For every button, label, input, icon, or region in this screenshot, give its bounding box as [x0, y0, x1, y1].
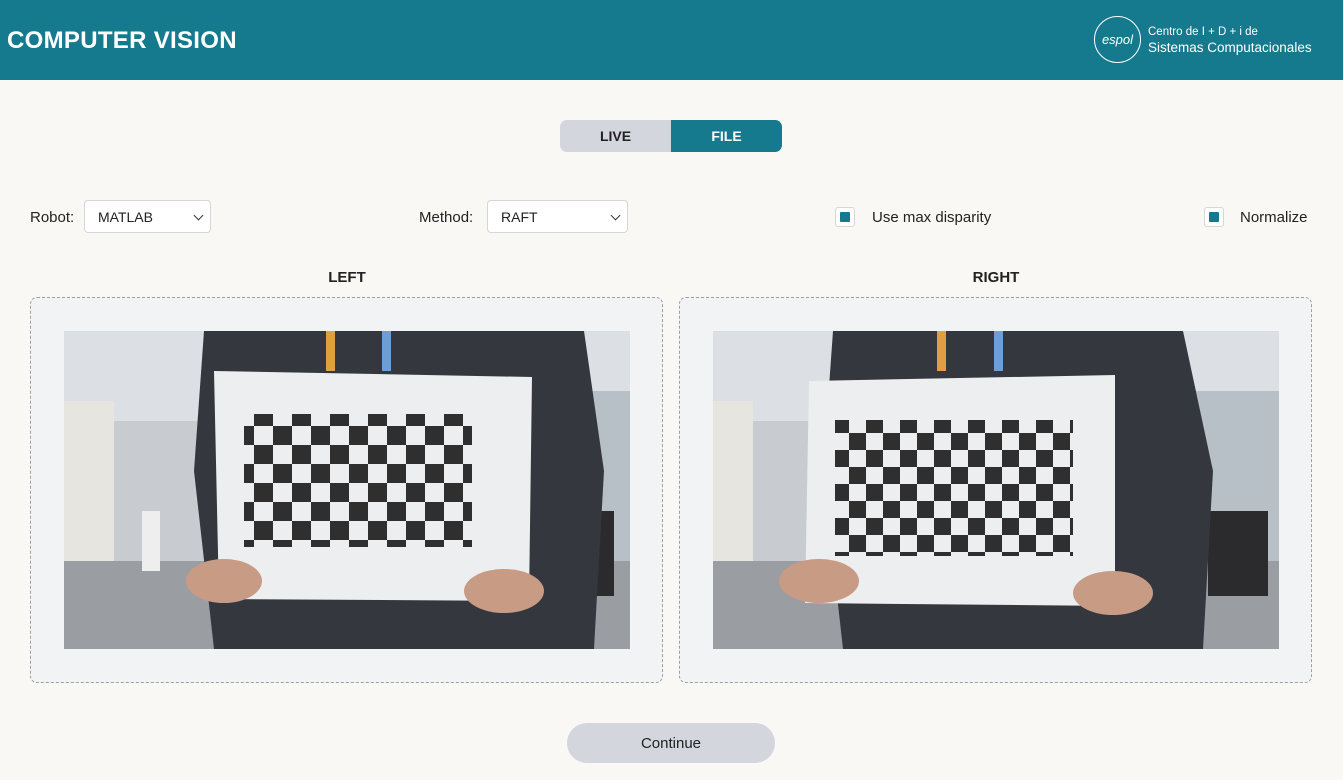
espol-logo: espol Centro de I + D + i de Sistemas Co…	[1094, 16, 1312, 63]
normalize-checkbox[interactable]	[1204, 207, 1224, 227]
normalize-label: Normalize	[1240, 209, 1308, 226]
check-mark-icon	[1209, 212, 1219, 222]
left-camera-image-graphic	[64, 331, 630, 649]
app-header: COMPUTER VISION espol Centro de I + D + …	[0, 0, 1343, 80]
mode-toggle: LIVE FILE	[560, 120, 782, 152]
left-panel-title: LEFT	[328, 269, 366, 286]
method-select[interactable]: RAFT	[487, 200, 628, 233]
left-camera-image	[64, 331, 630, 649]
logo-line-1: Centro de I + D + i de	[1148, 25, 1258, 38]
robot-select[interactable]: MATLAB	[84, 200, 211, 233]
right-image-dropzone[interactable]	[679, 297, 1312, 683]
right-camera-image-graphic	[713, 331, 1279, 649]
chevron-down-icon	[610, 210, 621, 221]
left-image-dropzone[interactable]	[30, 297, 663, 683]
right-panel-title: RIGHT	[972, 269, 1020, 286]
logo-mark: espol	[1094, 16, 1141, 63]
method-select-value: RAFT	[501, 208, 538, 225]
continue-button[interactable]: Continue	[567, 723, 775, 763]
robot-label: Robot:	[30, 209, 75, 226]
chevron-down-icon	[193, 210, 204, 221]
check-mark-icon	[840, 212, 850, 222]
logo-text: Centro de I + D + i de Sistemas Computac…	[1148, 24, 1312, 56]
max-disparity-checkbox[interactable]	[835, 207, 855, 227]
method-label: Method:	[419, 209, 474, 226]
app-title: COMPUTER VISION	[7, 27, 237, 54]
mode-file-button[interactable]: FILE	[671, 120, 782, 152]
right-camera-image	[713, 331, 1279, 649]
max-disparity-label: Use max disparity	[872, 209, 992, 226]
logo-line-2: Sistemas Computacionales	[1148, 39, 1312, 55]
mode-live-button[interactable]: LIVE	[560, 120, 671, 152]
robot-select-value: MATLAB	[98, 208, 153, 225]
